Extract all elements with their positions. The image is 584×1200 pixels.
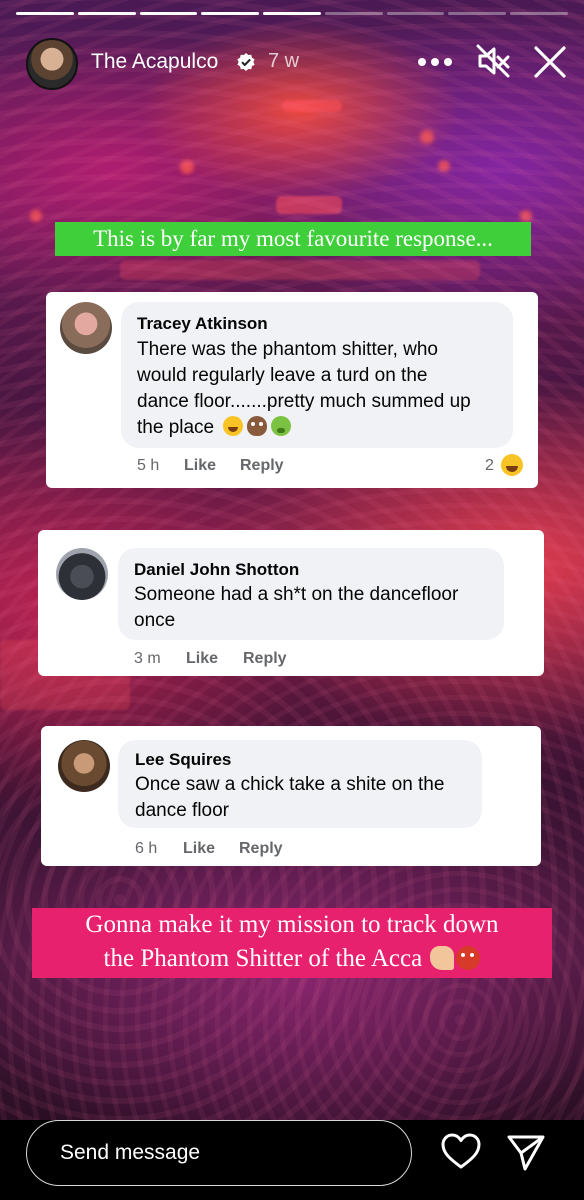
- caption-line-with-emojis: the Phantom Shitter of the Acca: [32, 942, 552, 976]
- verified-badge-icon: [237, 53, 255, 71]
- commenter-name[interactable]: Lee Squires: [135, 750, 231, 770]
- story-reply-bar: Send message: [0, 1120, 584, 1200]
- comment-line: dance floor.......pretty much summed up: [137, 391, 471, 412]
- progress-segment: [324, 12, 383, 15]
- progress-segment: [448, 12, 507, 15]
- story-caption-bottom: Gonna make it my mission to track down t…: [32, 908, 552, 978]
- story-time-ago: 7 w: [268, 50, 300, 72]
- close-icon[interactable]: [530, 42, 570, 82]
- flexed-biceps-icon: [430, 946, 455, 970]
- comment-card: Lee Squires Once saw a chick take a shit…: [41, 726, 541, 866]
- comment-line: once: [134, 610, 176, 631]
- comment-line: There was the phantom shitter, who: [137, 339, 438, 360]
- rolling-laughing-icon: [223, 416, 244, 436]
- commenter-avatar[interactable]: [58, 740, 110, 792]
- comment-card: Daniel John Shotton Someone had a sh*t o…: [38, 530, 544, 676]
- commenter-avatar[interactable]: [60, 302, 112, 354]
- reply-button[interactable]: Reply: [243, 650, 287, 668]
- caption-line: Gonna make it my mission to track down: [85, 911, 499, 938]
- ogre-icon: [456, 946, 481, 970]
- story-caption-top: This is by far my most favourite respons…: [55, 222, 531, 256]
- reply-button[interactable]: Reply: [239, 840, 283, 858]
- commenter-avatar[interactable]: [56, 548, 108, 600]
- reaction-count[interactable]: 2: [485, 457, 494, 475]
- poo-icon: [247, 416, 268, 436]
- commenter-name[interactable]: Daniel John Shotton: [134, 560, 299, 580]
- comment-line: dance floor: [135, 800, 230, 821]
- reply-button[interactable]: Reply: [240, 457, 284, 475]
- progress-segment: [263, 12, 321, 15]
- comment-card: Tracey Atkinson There was the phantom sh…: [46, 292, 538, 488]
- laughing-reaction-icon[interactable]: [501, 454, 523, 476]
- progress-segment: [77, 12, 136, 15]
- comment-line-with-emojis: the place: [137, 415, 295, 441]
- like-button[interactable]: Like: [186, 650, 218, 668]
- comment-time: 5 h: [137, 457, 160, 474]
- comment-line: would regularly leave a turd on the: [137, 365, 428, 386]
- comment-time: 6 h: [135, 840, 158, 857]
- commenter-name[interactable]: Tracey Atkinson: [137, 314, 268, 334]
- send-icon[interactable]: [506, 1132, 546, 1172]
- story-header: The Acapulco 7 w: [0, 30, 584, 92]
- caption-line: the Phantom Shitter of the Acca: [103, 945, 423, 972]
- story-progress-bar: [16, 12, 569, 16]
- comment-time: 3 m: [134, 650, 161, 667]
- heart-icon[interactable]: [440, 1132, 482, 1172]
- like-button[interactable]: Like: [184, 457, 216, 475]
- progress-segment: [201, 12, 260, 15]
- comment-line: the place: [137, 417, 215, 438]
- profile-avatar[interactable]: [26, 38, 78, 90]
- more-dots-icon[interactable]: [416, 48, 454, 74]
- nauseated-icon: [271, 416, 292, 436]
- muted-speaker-icon[interactable]: [474, 42, 514, 80]
- progress-segment: [510, 12, 569, 15]
- progress-segment: [139, 12, 198, 15]
- progress-segment: [16, 12, 74, 15]
- comment-line: Once saw a chick take a shite on the: [135, 774, 445, 795]
- progress-segment: [386, 12, 445, 15]
- story-username[interactable]: The Acapulco: [91, 50, 218, 74]
- comment-line: Someone had a sh*t on the dancefloor: [134, 584, 459, 605]
- like-button[interactable]: Like: [183, 840, 215, 858]
- send-message-input[interactable]: Send message: [26, 1120, 412, 1186]
